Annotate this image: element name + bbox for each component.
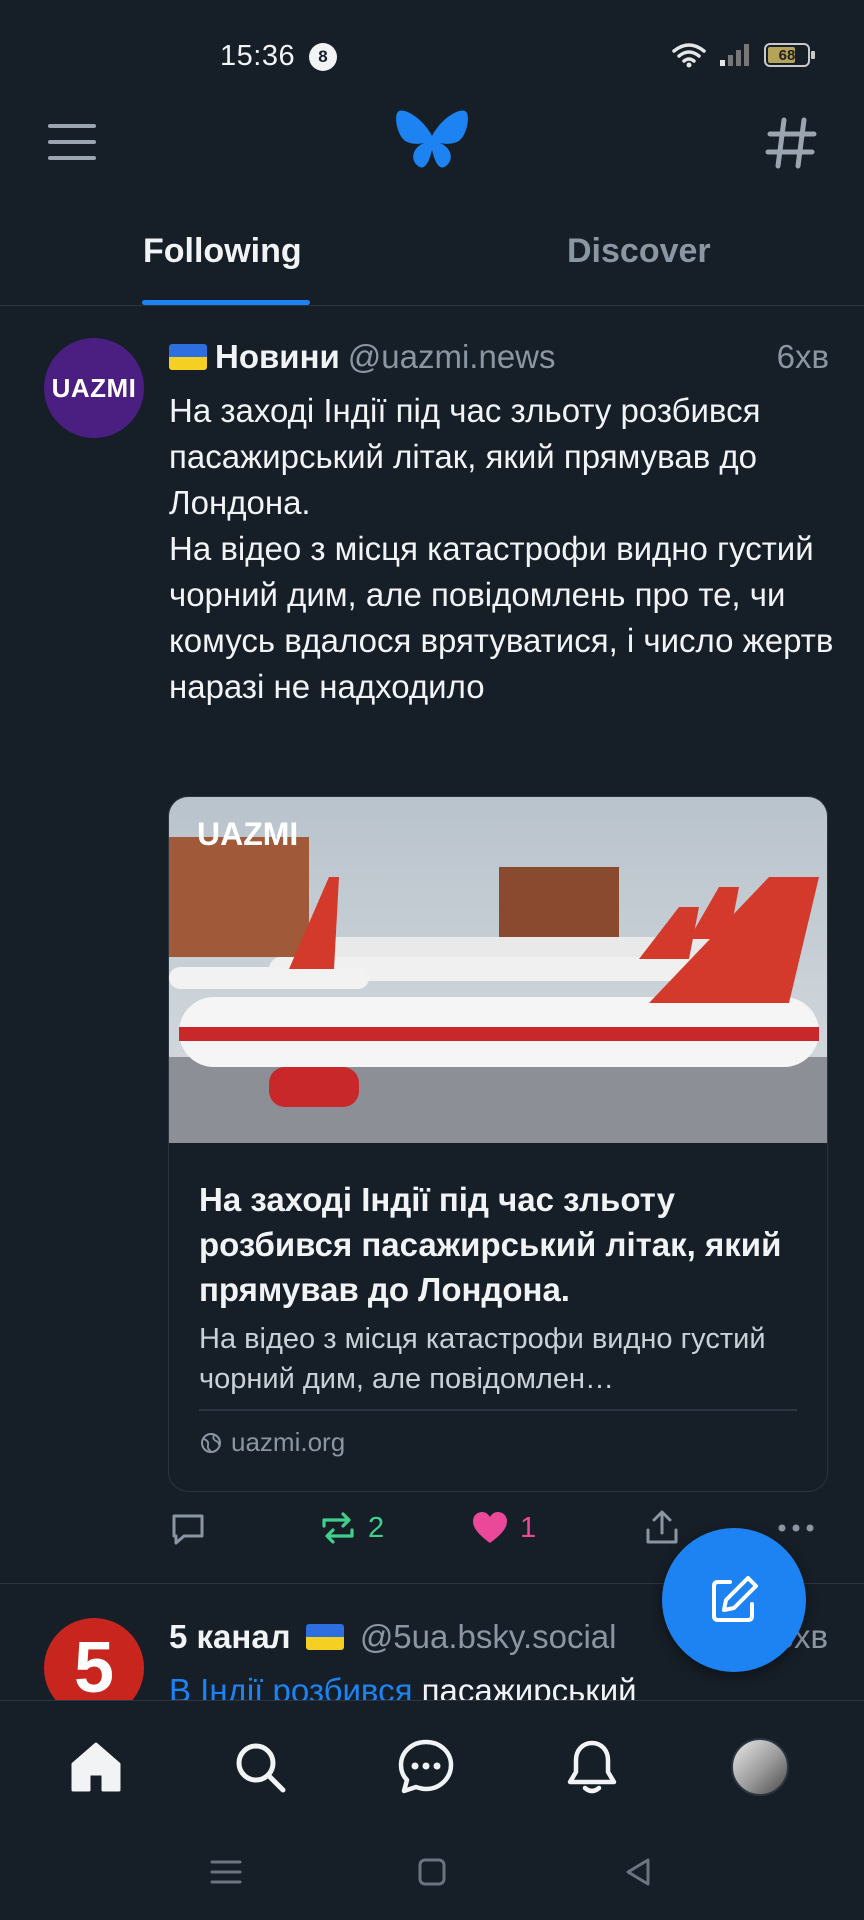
link-card-title: На заході Індії під час зльоту розбився … (199, 1181, 782, 1308)
post-handle[interactable]: @uazmi.news (348, 338, 556, 375)
reply-icon (172, 1514, 204, 1545)
back-triangle-icon[interactable] (618, 1852, 658, 1892)
link-card-description: На відео з місця катастрофи видно густий… (199, 1323, 766, 1395)
status-bar: 15:36 8 68 (0, 0, 864, 110)
hashtag-icon[interactable] (762, 114, 820, 172)
globe-icon (201, 1432, 221, 1453)
more-icon (778, 1524, 814, 1532)
nav-notifications[interactable] (562, 1737, 622, 1797)
menu-icon-bar (48, 124, 96, 128)
post-header: Новини @uazmi.news 6хв (169, 338, 829, 382)
post-author[interactable]: 5 канал (169, 1618, 291, 1655)
nav-profile[interactable] (730, 1737, 790, 1797)
heart-icon (473, 1512, 507, 1543)
repost-button[interactable]: 2 (318, 1508, 384, 1548)
divider (199, 1409, 797, 1411)
post-link[interactable]: В Індії розбився (169, 1672, 412, 1700)
link-card-image: UAZMI (169, 797, 827, 1143)
feed-post[interactable]: UAZMI Новини @uazmi.news 6хв На заході Ін… (0, 308, 864, 1584)
active-tab-indicator (142, 300, 310, 305)
notification-count-badge: 8 (309, 43, 337, 71)
like-count: 1 (520, 1511, 537, 1544)
status-icons: 68 (672, 42, 815, 68)
home-square-icon[interactable] (412, 1852, 452, 1892)
link-card[interactable]: UAZMI На заході Індії під час зльоту роз… (168, 796, 828, 1492)
share-button[interactable] (642, 1508, 682, 1548)
post-header: 5 канал @5ua.bsky.social (169, 1618, 616, 1656)
post-time[interactable]: 6хв (777, 338, 829, 376)
nav-search[interactable] (230, 1737, 290, 1797)
post-author[interactable]: Новини (215, 338, 340, 375)
ukraine-flag-icon (169, 344, 207, 370)
tab-discover[interactable]: Discover (567, 232, 711, 271)
avatar[interactable]: 5 (44, 1618, 144, 1700)
compose-button[interactable] (662, 1528, 806, 1672)
battery-level: 68 (778, 46, 796, 64)
feed-tabs: Following Discover (0, 210, 864, 306)
tab-following[interactable]: Following (143, 232, 302, 271)
link-card-domain: uazmi.org (199, 1427, 345, 1458)
wifi-icon (672, 43, 706, 68)
signal-icon (720, 44, 749, 66)
more-options-button[interactable] (774, 1508, 818, 1548)
post-text-rest: пасажирський (412, 1672, 637, 1700)
post-text: На заході Індії під час зльоту розбився … (169, 392, 834, 705)
share-icon (646, 1510, 678, 1544)
status-time: 15:36 (220, 40, 296, 72)
compose-icon (712, 1576, 758, 1622)
like-button[interactable]: 1 (470, 1508, 536, 1548)
system-navigation (0, 1830, 864, 1920)
menu-button[interactable] (44, 120, 100, 164)
butterfly-icon[interactable] (394, 106, 470, 176)
link-card-domain-text: uazmi.org (231, 1427, 346, 1457)
reply-button[interactable] (168, 1508, 208, 1548)
home-icon (71, 1742, 121, 1792)
nav-home[interactable] (66, 1737, 126, 1797)
avatar (731, 1738, 789, 1796)
battery-icon: 68 (764, 43, 815, 67)
post-text: В Індії розбився пасажирський (169, 1672, 637, 1700)
post-handle[interactable]: @5ua.bsky.social (360, 1618, 617, 1655)
repost-icon (322, 1512, 354, 1544)
nav-messages[interactable] (396, 1737, 456, 1797)
repost-count: 2 (368, 1511, 385, 1544)
link-card-image-logo: UAZMI (197, 816, 298, 852)
search-icon (236, 1743, 286, 1793)
chat-icon (398, 1739, 454, 1794)
menu-icon-bar (48, 140, 96, 144)
menu-icon-bar (48, 156, 96, 160)
recents-menu-icon[interactable] (206, 1852, 246, 1892)
bell-icon (567, 1740, 617, 1794)
avatar[interactable]: UAZMI (44, 338, 144, 438)
bottom-navigation (0, 1700, 864, 1830)
ukraine-flag-icon (305, 1624, 344, 1650)
app-header (0, 100, 864, 190)
